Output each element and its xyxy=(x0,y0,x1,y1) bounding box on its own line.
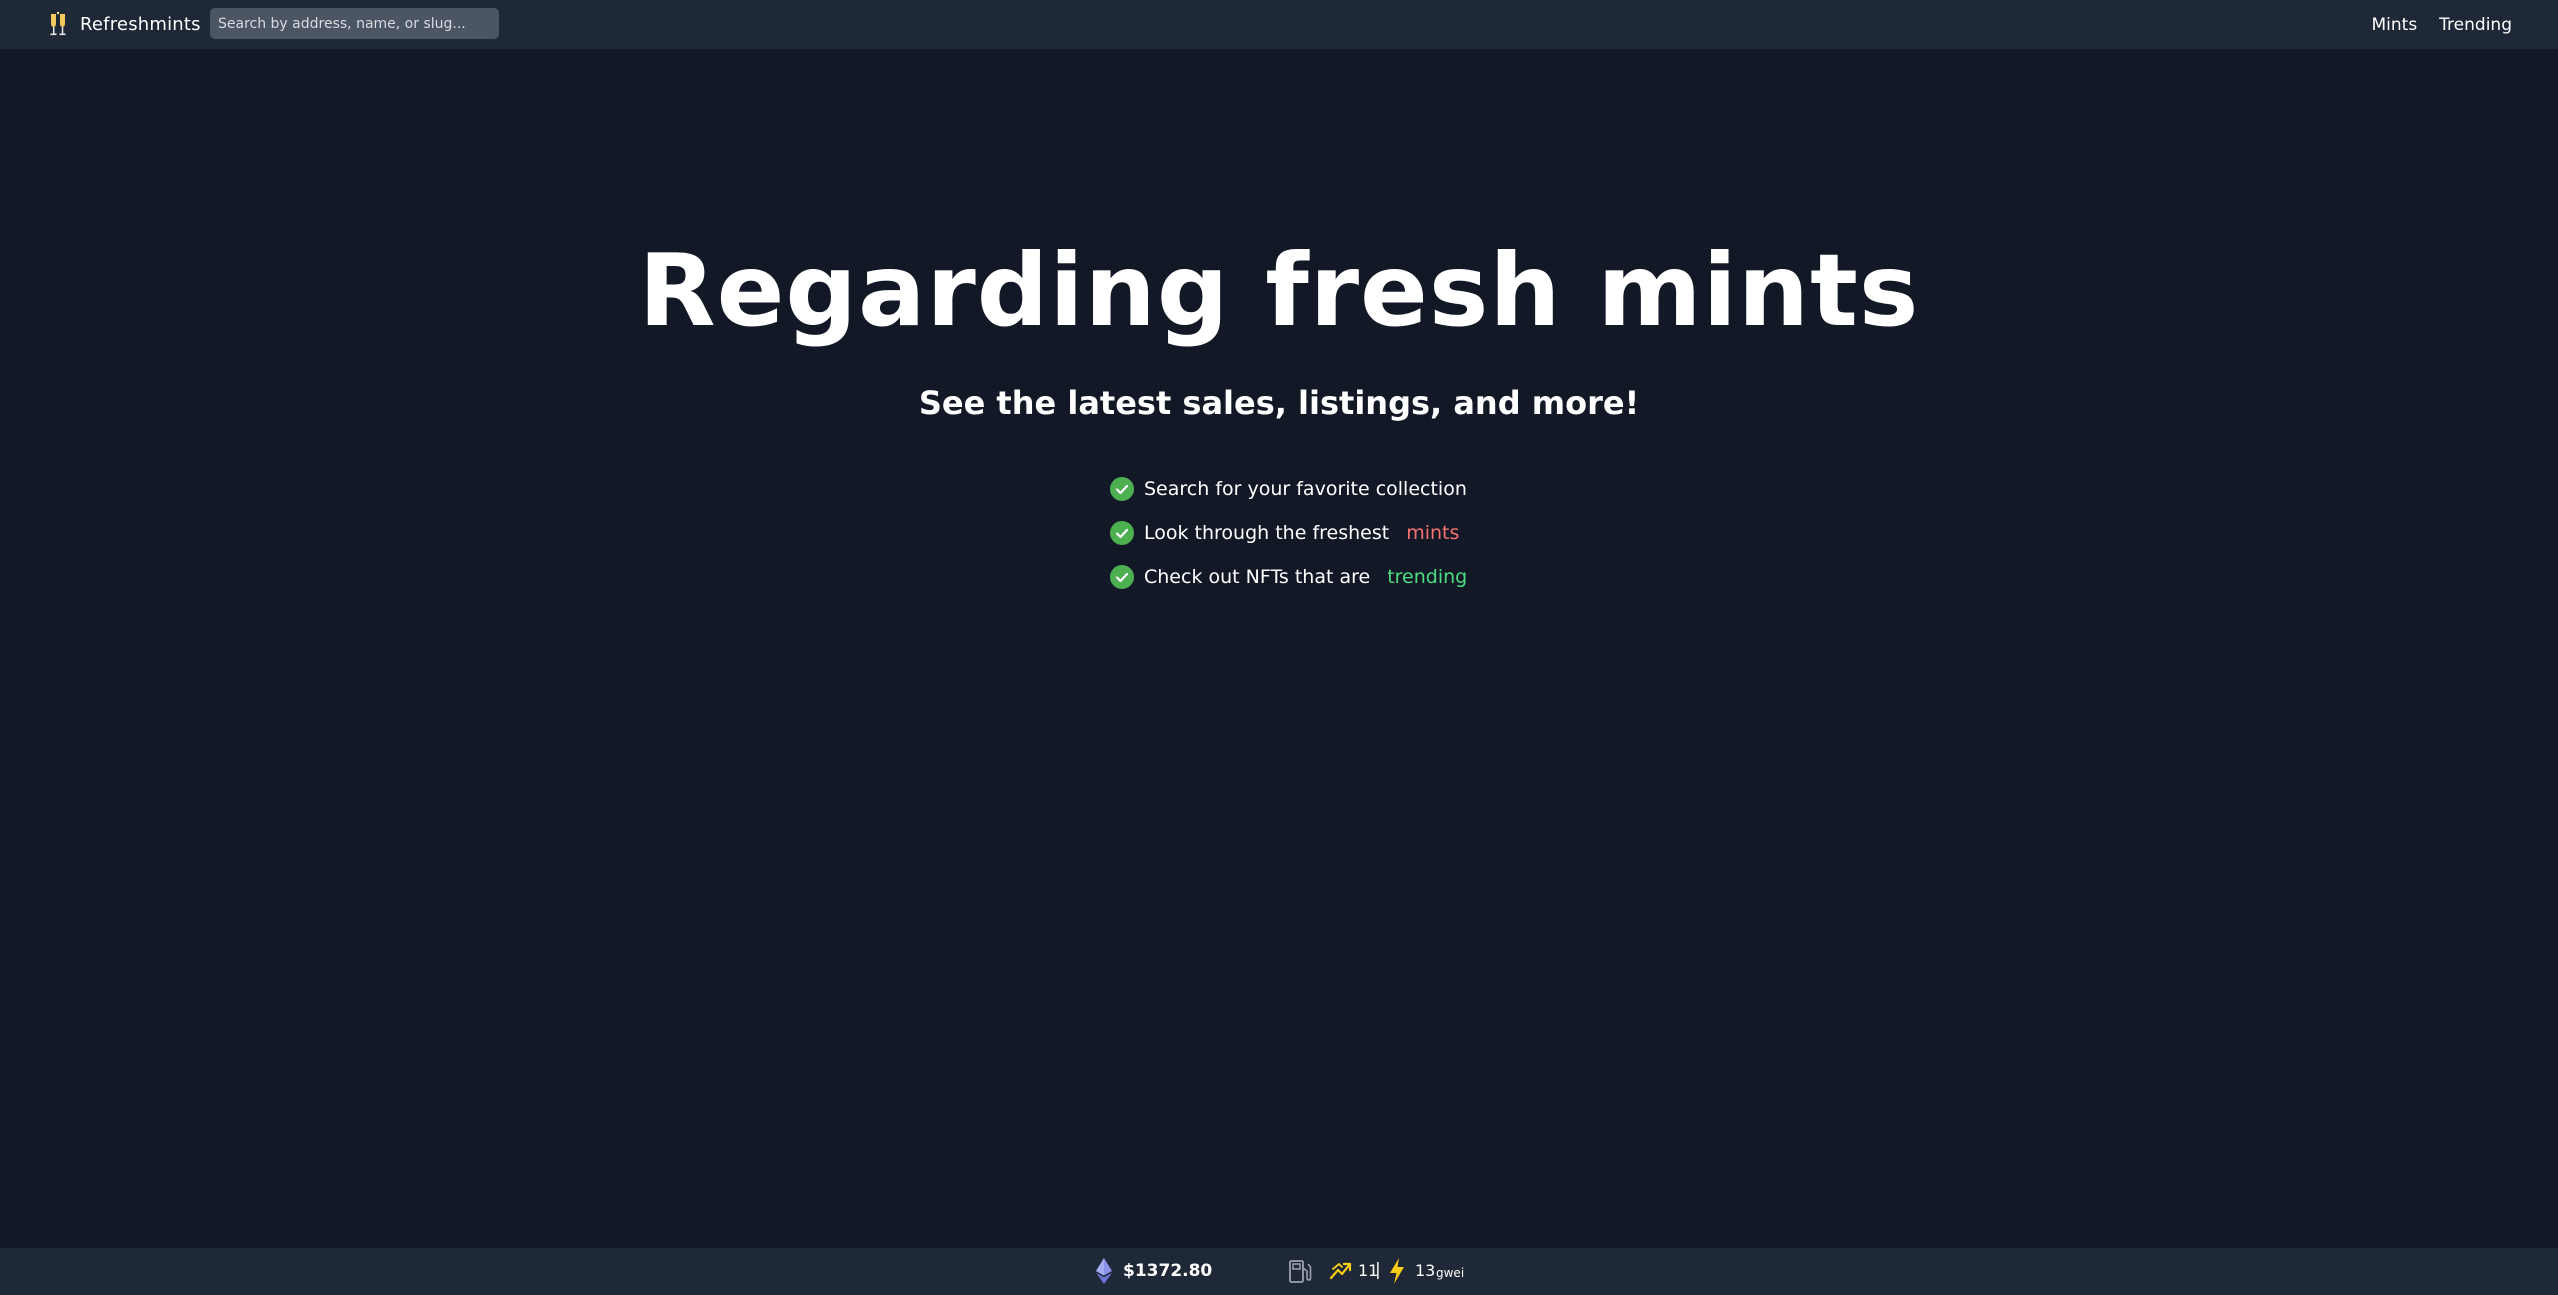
lightning-bolt-icon xyxy=(1390,1258,1404,1284)
gas-fast-value: 13 xyxy=(1415,1261,1436,1280)
check-circle-icon xyxy=(1110,521,1134,545)
trend-icon xyxy=(1330,1262,1352,1280)
brand-link[interactable]: Refreshmints xyxy=(46,11,201,37)
mints-link[interactable]: mints xyxy=(1406,522,1459,544)
gas-pump-icon xyxy=(1289,1260,1312,1283)
feature-item-trending: Check out NFTs that are trending xyxy=(1110,555,1467,599)
nav-mints-link[interactable]: Mints xyxy=(2371,15,2417,35)
check-circle-icon xyxy=(1110,565,1134,589)
gas-unit: gwei xyxy=(1436,1266,1465,1280)
feature-text: Search for your favorite collection xyxy=(1144,478,1467,500)
feature-text: Check out NFTs that are xyxy=(1144,566,1371,588)
hero-subtitle: See the latest sales, listings, and more… xyxy=(918,384,1640,422)
status-bar: $1372.80 11 | 13 gwei xyxy=(0,1248,2558,1295)
brand-name: Refreshmints xyxy=(80,13,201,35)
search-input[interactable] xyxy=(210,8,499,39)
top-navbar: Refreshmints Mints Trending xyxy=(0,0,2558,49)
main-nav: Mints Trending xyxy=(2371,0,2512,49)
feature-item-mints: Look through the freshest mints xyxy=(1110,511,1467,555)
hero-title: Regarding fresh mints xyxy=(638,232,1920,349)
nav-trending-link[interactable]: Trending xyxy=(2439,15,2512,35)
eth-price: $1372.80 xyxy=(1123,1261,1213,1281)
ethereum-icon xyxy=(1096,1258,1112,1284)
feature-item-search: Search for your favorite collection xyxy=(1110,467,1467,511)
gas-separator: | xyxy=(1375,1260,1381,1280)
feature-list: Search for your favorite collection Look… xyxy=(1110,467,1467,599)
feature-text: Look through the freshest xyxy=(1144,522,1390,544)
champagne-logo-icon xyxy=(50,11,66,36)
check-circle-icon xyxy=(1110,477,1134,501)
trending-link[interactable]: trending xyxy=(1387,566,1467,588)
